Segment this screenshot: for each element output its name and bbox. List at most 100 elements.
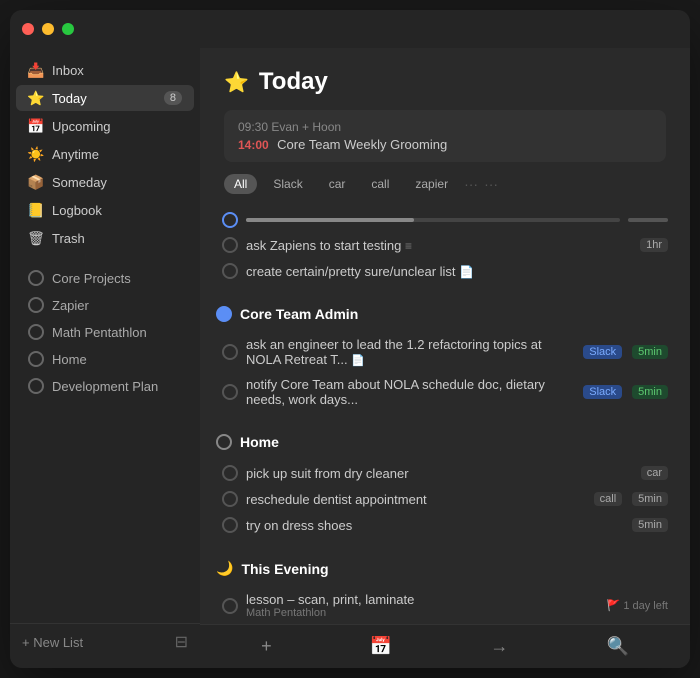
core-team-icon bbox=[216, 306, 232, 322]
group-header-core-team-admin: Core Team Admin bbox=[216, 304, 674, 324]
content-body: ask Zapiens to start testing ≡ 1hr creat… bbox=[200, 208, 690, 624]
content-area: ⭐ Today 09:30 Evan + Hoon 14:00 Core Tea… bbox=[200, 48, 690, 668]
task-checkbox[interactable] bbox=[222, 344, 238, 360]
calendar-block[interactable]: 09:30 Evan + Hoon 14:00 Core Team Weekly… bbox=[224, 110, 666, 162]
project-circle-home bbox=[28, 351, 44, 367]
maximize-button[interactable] bbox=[62, 23, 74, 35]
add-button[interactable]: + bbox=[253, 632, 280, 661]
project-circle-zapier bbox=[28, 297, 44, 313]
progress-bar-secondary bbox=[628, 218, 668, 222]
cal-time-red: 14:00 bbox=[238, 138, 269, 152]
group-title-home: Home bbox=[240, 434, 279, 450]
sidebar-label-inbox: Inbox bbox=[52, 63, 84, 78]
task-checkbox[interactable] bbox=[222, 237, 238, 253]
filter-extra-button[interactable]: ··· bbox=[484, 176, 498, 192]
task-row[interactable]: try on dress shoes 5min bbox=[216, 512, 674, 538]
sidebar-project-devplan[interactable]: Development Plan bbox=[16, 373, 194, 399]
task-row[interactable]: notify Core Team about NOLA schedule doc… bbox=[216, 372, 674, 412]
filter-all-button[interactable]: All bbox=[224, 174, 257, 194]
task-group-core-team-admin: Core Team Admin ask an engineer to lead … bbox=[216, 304, 674, 412]
filter-zapier-button[interactable]: zapier bbox=[405, 174, 458, 194]
sidebar-project-zapier[interactable]: Zapier bbox=[16, 292, 194, 318]
task-text: ask an engineer to lead the 1.2 refactor… bbox=[246, 337, 573, 367]
filter-icon[interactable]: ⊟ bbox=[175, 632, 188, 652]
sidebar-item-logbook[interactable]: 📒 Logbook bbox=[16, 197, 194, 223]
page-title-text: Today bbox=[259, 68, 328, 96]
project-circle-core bbox=[28, 270, 44, 286]
sidebar-label-core: Core Projects bbox=[52, 271, 131, 286]
task-checkbox[interactable] bbox=[222, 263, 238, 279]
task-checkbox[interactable] bbox=[222, 491, 238, 507]
sidebar-label-today: Today bbox=[52, 91, 87, 106]
task-tag-call: call bbox=[594, 492, 623, 506]
filter-call-button[interactable]: call bbox=[361, 174, 399, 194]
task-row[interactable]: create certain/pretty sure/unclear list … bbox=[216, 258, 674, 284]
task-tag-5min-1: 5min bbox=[632, 345, 668, 359]
task-text: notify Core Team about NOLA schedule doc… bbox=[246, 377, 573, 407]
minimize-button[interactable] bbox=[42, 23, 54, 35]
sidebar-item-someday[interactable]: 📦 Someday bbox=[16, 169, 194, 195]
filter-car-button[interactable]: car bbox=[319, 174, 356, 194]
sidebar-label-zapier: Zapier bbox=[52, 298, 89, 313]
cal-event-title: Core Team Weekly Grooming bbox=[277, 137, 447, 152]
sidebar-project-core[interactable]: Core Projects bbox=[16, 265, 194, 291]
task-row[interactable]: pick up suit from dry cleaner car bbox=[216, 460, 674, 486]
filter-slack-button[interactable]: Slack bbox=[263, 174, 312, 194]
task-tag-slack: Slack bbox=[583, 345, 622, 359]
task-tag-car: car bbox=[641, 466, 668, 480]
task-checkbox[interactable] bbox=[222, 384, 238, 400]
search-button[interactable]: 🔍 bbox=[598, 632, 636, 661]
sidebar-label-math: Math Pentathlon bbox=[52, 325, 147, 340]
new-list-label: + New List bbox=[22, 635, 83, 650]
progress-checkbox[interactable] bbox=[222, 212, 238, 228]
arrow-button[interactable]: → bbox=[482, 632, 516, 661]
today-icon: ⭐ bbox=[28, 90, 44, 106]
task-row[interactable]: reschedule dentist appointment call 5min bbox=[216, 486, 674, 512]
task-row[interactable]: ask an engineer to lead the 1.2 refactor… bbox=[216, 332, 674, 372]
anytime-icon: ☀️ bbox=[28, 146, 44, 162]
project-circle-devplan bbox=[28, 378, 44, 394]
task-text: try on dress shoes bbox=[246, 518, 622, 533]
sidebar-item-anytime[interactable]: ☀️ Anytime bbox=[16, 141, 194, 167]
group-header-evening: 🌙 This Evening bbox=[216, 558, 674, 579]
sidebar-label-devplan: Development Plan bbox=[52, 379, 158, 394]
sidebar-item-inbox[interactable]: 📥 Inbox bbox=[16, 57, 194, 83]
home-circle-icon bbox=[216, 434, 232, 450]
group-title-core-team-admin: Core Team Admin bbox=[240, 306, 358, 322]
new-list-button[interactable]: + New List bbox=[22, 635, 83, 650]
task-sub-text: Math Pentathlon bbox=[246, 607, 599, 619]
task-checkbox[interactable] bbox=[222, 517, 238, 533]
task-row[interactable]: ask Zapiens to start testing ≡ 1hr bbox=[216, 232, 674, 258]
task-group-home: Home pick up suit from dry cleaner car r… bbox=[216, 432, 674, 538]
cal-time-gray: 09:30 Evan + Hoon bbox=[238, 120, 341, 134]
task-checkbox[interactable] bbox=[222, 598, 238, 614]
task-meta-deadline: 🚩 1 day left bbox=[607, 599, 668, 612]
upcoming-icon: 📅 bbox=[28, 118, 44, 134]
today-badge: 8 bbox=[164, 91, 182, 105]
sidebar-item-trash[interactable]: 🗑 Trash bbox=[16, 225, 194, 251]
sidebar-label-anytime: Anytime bbox=[52, 147, 99, 162]
progress-bar-wrap bbox=[246, 218, 620, 222]
sidebar-item-today[interactable]: ⭐ Today 8 bbox=[16, 85, 194, 111]
page-star-icon: ⭐ bbox=[224, 70, 249, 95]
filter-bar: All Slack car call zapier ··· ··· bbox=[224, 174, 666, 194]
calendar-bottom-button[interactable]: 📅 bbox=[362, 632, 400, 661]
inbox-icon: 📥 bbox=[28, 62, 44, 78]
sidebar-label-home: Home bbox=[52, 352, 87, 367]
task-text: create certain/pretty sure/unclear list … bbox=[246, 264, 668, 279]
task-tag-5min-4: 5min bbox=[632, 518, 668, 532]
task-tag-slack-2: Slack bbox=[583, 385, 622, 399]
sidebar-item-upcoming[interactable]: 📅 Upcoming bbox=[16, 113, 194, 139]
logbook-icon: 📒 bbox=[28, 202, 44, 218]
sidebar-project-home[interactable]: Home bbox=[16, 346, 194, 372]
close-button[interactable] bbox=[22, 23, 34, 35]
task-checkbox[interactable] bbox=[222, 465, 238, 481]
sidebar-project-math[interactable]: Math Pentathlon bbox=[16, 319, 194, 345]
task-text: reschedule dentist appointment bbox=[246, 492, 584, 507]
task-text: lesson – scan, print, laminate Math Pent… bbox=[246, 592, 599, 619]
task-row[interactable]: lesson – scan, print, laminate Math Pent… bbox=[216, 587, 674, 624]
group-header-home: Home bbox=[216, 432, 674, 452]
page-title-row: ⭐ Today bbox=[224, 68, 666, 96]
filter-more-button[interactable]: ··· bbox=[464, 176, 478, 192]
bottom-bar: + 📅 → 🔍 bbox=[200, 624, 690, 668]
